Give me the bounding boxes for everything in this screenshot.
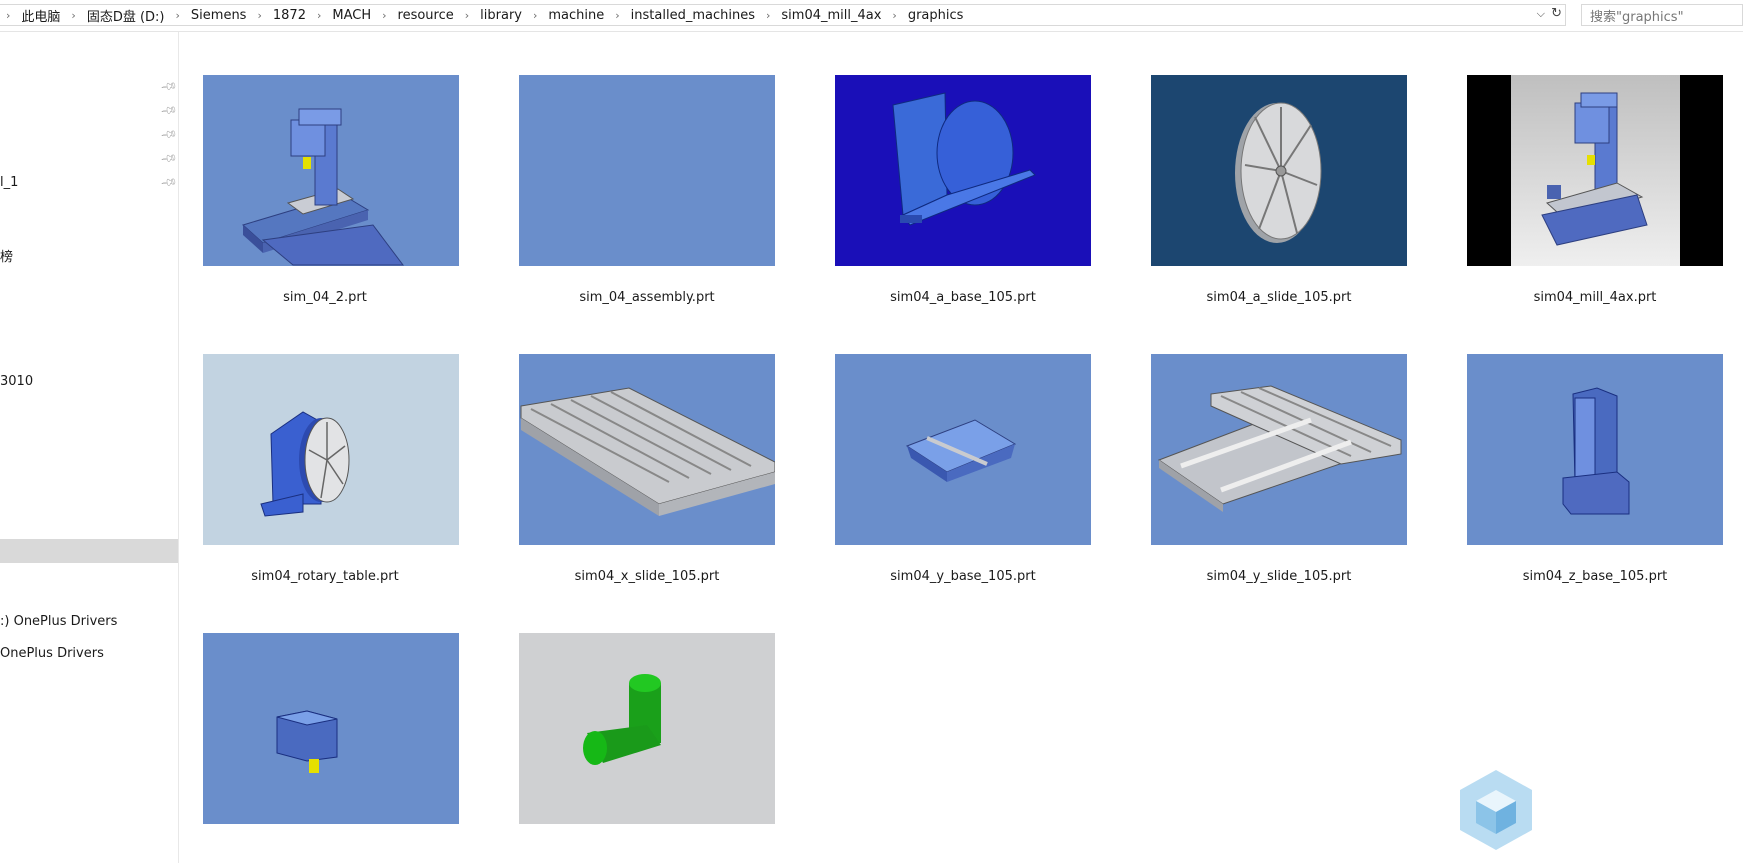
file-name[interactable]: sim_04_assembly.prt	[497, 290, 797, 305]
sidebar-selected-item[interactable]	[0, 539, 178, 563]
refresh-icon[interactable]: ↻	[1551, 6, 1562, 21]
z-base-thumb-icon	[1467, 354, 1723, 545]
chevron-right-icon: ›	[175, 8, 180, 22]
file-name[interactable]: sim_04_2.prt	[175, 290, 475, 305]
file-thumbnail[interactable]	[1467, 75, 1723, 266]
sidebar-item-oneplus-drivers[interactable]: OnePlus Drivers	[0, 646, 104, 661]
file-name[interactable]: sim04_y_slide_105.prt	[1129, 569, 1429, 584]
file-name[interactable]: sim04_rotary_table.prt	[175, 569, 475, 584]
file-thumbnail[interactable]	[519, 75, 775, 266]
file-name[interactable]: sim04_a_slide_105.prt	[1129, 290, 1429, 305]
breadcrumb-item-machine[interactable]: machine	[548, 8, 604, 23]
file-thumbnail[interactable]	[835, 75, 1091, 266]
a-base-thumb-icon	[835, 75, 1091, 266]
chevron-right-icon: ›	[532, 8, 538, 22]
chevron-right-icon: ›	[464, 8, 470, 22]
chevron-right-icon: ›	[71, 8, 76, 22]
a-slide-disc-thumb-icon	[1151, 75, 1407, 266]
history-dropdown-icon[interactable]: ⌵	[1537, 7, 1545, 21]
breadcrumb-item-graphics[interactable]: graphics	[908, 8, 964, 23]
chevron-right-icon: ›	[615, 8, 620, 22]
chevron-right-icon: ›	[257, 8, 262, 22]
chevron-right-icon: ›	[6, 8, 11, 22]
address-bar: › 此电脑 › 固态D盘 (D:) › Siemens › 1872 › MAC…	[0, 0, 1743, 32]
pin-icon[interactable]: 📌︎	[160, 149, 179, 168]
breadcrumb-item-mach[interactable]: MACH	[332, 8, 371, 23]
sidebar-item-oneplus-drivers-drive[interactable]: :) OnePlus Drivers	[0, 614, 117, 629]
breadcrumb-item-resource[interactable]: resource	[398, 8, 454, 23]
breadcrumb-item-siemens[interactable]: Siemens	[191, 8, 247, 23]
breadcrumb-item-installed-machines[interactable]: installed_machines	[631, 8, 755, 23]
file-name[interactable]: sim04_x_slide_105.prt	[497, 569, 797, 584]
breadcrumb[interactable]: › 此电脑 › 固态D盘 (D:) › Siemens › 1872 › MAC…	[0, 4, 1566, 26]
chevron-right-icon: ›	[382, 8, 387, 22]
file-grid: sim_04_2.prt sim_04_assembly.prt sim04_a…	[179, 32, 1743, 863]
file-name[interactable]: sim04_a_base_105.prt	[813, 290, 1113, 305]
x-slide-thumb-icon	[519, 354, 775, 545]
sidebar-item-ranking[interactable]: 榜	[0, 246, 13, 265]
pin-icon[interactable]: 📌︎	[160, 125, 179, 144]
breadcrumb-item-this-pc[interactable]: 此电脑	[21, 6, 60, 25]
mill-machine-thumb-icon	[203, 75, 459, 266]
sidebar-item-quick-access[interactable]: l_1	[0, 175, 18, 190]
breadcrumb-item-1872[interactable]: 1872	[273, 8, 306, 23]
file-thumbnail[interactable]	[835, 354, 1091, 545]
y-base-thumb-icon	[835, 354, 1091, 545]
chevron-right-icon: ›	[892, 8, 897, 22]
chevron-right-icon: ›	[316, 8, 322, 22]
sidebar-item-3010[interactable]: 3010	[0, 374, 33, 389]
rotary-table-thumb-icon	[203, 354, 459, 545]
file-thumbnail[interactable]	[1151, 75, 1407, 266]
spindle-thumb-icon	[203, 633, 459, 824]
file-thumbnail[interactable]	[1467, 354, 1723, 545]
file-thumbnail[interactable]	[519, 633, 775, 824]
file-name[interactable]: sim04_mill_4ax.prt	[1445, 290, 1743, 305]
chevron-right-icon: ›	[765, 8, 771, 22]
file-thumbnail[interactable]	[203, 75, 459, 266]
y-slide-thumb-icon	[1151, 354, 1407, 545]
pin-icon[interactable]: 📌︎	[160, 101, 179, 120]
file-name[interactable]: sim04_y_base_105.prt	[813, 569, 1113, 584]
pin-icon[interactable]: 📌︎	[160, 77, 179, 96]
file-thumbnail[interactable]	[1151, 354, 1407, 545]
search-placeholder: 搜索"graphics"	[1590, 9, 1684, 25]
file-thumbnail[interactable]	[519, 354, 775, 545]
pin-icon[interactable]: 📌︎	[160, 173, 179, 192]
mill-4ax-thumb-icon	[1467, 75, 1723, 266]
file-thumbnail[interactable]	[203, 633, 459, 824]
green-elbow-thumb-icon	[519, 633, 775, 824]
watermark-logo-icon	[1460, 770, 1532, 850]
file-thumbnail[interactable]	[203, 354, 459, 545]
search-input[interactable]: 搜索"graphics"	[1581, 4, 1743, 26]
navigation-pane: 📌︎ 📌︎ 📌︎ 📌︎ 📌︎ l_1 榜 3010 :) OnePlus Dri…	[0, 32, 179, 863]
breadcrumb-item-drive-d[interactable]: 固态D盘 (D:)	[87, 6, 165, 25]
breadcrumb-item-sim04-mill-4ax[interactable]: sim04_mill_4ax	[781, 8, 881, 23]
breadcrumb-item-library[interactable]: library	[480, 8, 522, 23]
file-name[interactable]: sim04_z_base_105.prt	[1445, 569, 1743, 584]
blank-thumb-icon	[519, 75, 775, 266]
